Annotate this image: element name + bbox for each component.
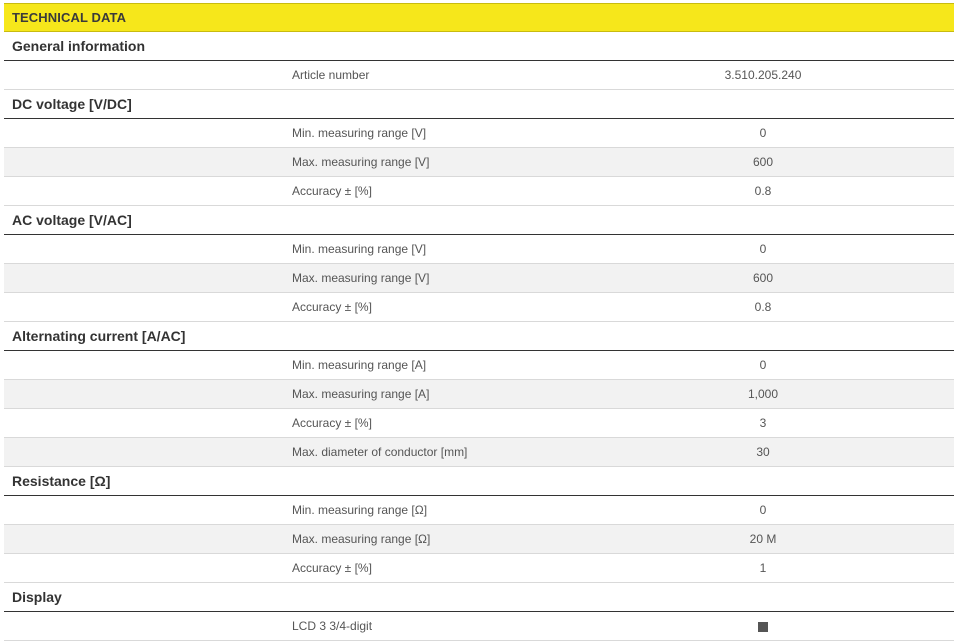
row-label: Accuracy ± [%] (292, 300, 372, 314)
section-title: AC voltage [V/AC] (12, 212, 132, 228)
row-label: Min. measuring range [Ω] (292, 503, 428, 517)
row-label: Min. measuring range [V] (292, 242, 427, 256)
table-row: Article number 3.510.205.240 (4, 61, 954, 90)
row-value: 600 (752, 271, 774, 285)
section-title: General information (12, 38, 146, 54)
row-value: 1 (759, 561, 767, 575)
row-value: 0.8 (754, 300, 772, 314)
row-label: Min. measuring range [A] (292, 358, 427, 372)
row-label: Max. diameter of conductor [mm] (292, 445, 468, 459)
row-label: Max. measuring range [V] (292, 271, 430, 285)
table-row: LCD 3 3/4-digit (4, 612, 954, 641)
section-alternating-current: Alternating current [A/AC] (4, 322, 954, 351)
table-row: Max. measuring range [V] 600 (4, 264, 954, 293)
section-title: Alternating current [A/AC] (12, 328, 186, 344)
row-value: 3.510.205.240 (724, 68, 802, 82)
row-label: Max. measuring range [Ω] (292, 532, 431, 546)
row-label: Min. measuring range [V] (292, 126, 427, 140)
row-label: LCD 3 3/4-digit (292, 619, 373, 633)
row-label: Article number (292, 68, 370, 82)
section-title: Resistance [Ω] (12, 473, 111, 489)
section-display: Display (4, 583, 954, 612)
section-title: Display (12, 589, 62, 605)
row-value: 0 (759, 503, 767, 517)
table-row: Accuracy ± [%] 1 (4, 554, 954, 583)
row-value: 20 M (749, 532, 777, 546)
table-row: Max. measuring range [V] 600 (4, 148, 954, 177)
row-value: 0.8 (754, 184, 772, 198)
row-label: Max. measuring range [A] (292, 387, 430, 401)
section-title: DC voltage [V/DC] (12, 96, 132, 112)
technical-data-table: TECHNICAL DATA General information Artic… (4, 3, 954, 641)
table-row: Accuracy ± [%] 0.8 (4, 293, 954, 322)
row-value: 3 (759, 416, 767, 430)
table-row: Min. measuring range [V] 0 (4, 235, 954, 264)
table-row: Min. measuring range [V] 0 (4, 119, 954, 148)
table-row: Max. diameter of conductor [mm] 30 (4, 438, 954, 467)
technical-data-header: TECHNICAL DATA (4, 3, 954, 32)
section-resistance: Resistance [Ω] (4, 467, 954, 496)
table-row: Accuracy ± [%] 0.8 (4, 177, 954, 206)
table-row: Max. measuring range [A] 1,000 (4, 380, 954, 409)
row-label: Accuracy ± [%] (292, 416, 372, 430)
table-row: Max. measuring range [Ω] 20 M (4, 525, 954, 554)
section-dc-voltage: DC voltage [V/DC] (4, 90, 954, 119)
row-value: 0 (759, 126, 767, 140)
section-ac-voltage: AC voltage [V/AC] (4, 206, 954, 235)
section-general-information: General information (4, 32, 954, 61)
filled-square-icon (758, 621, 768, 632)
row-label: Accuracy ± [%] (292, 184, 372, 198)
row-label: Max. measuring range [V] (292, 155, 430, 169)
row-value: 0 (759, 358, 767, 372)
table-row: Min. measuring range [A] 0 (4, 351, 954, 380)
table-row: Accuracy ± [%] 3 (4, 409, 954, 438)
header-title: TECHNICAL DATA (12, 10, 127, 25)
table-row: Min. measuring range [Ω] 0 (4, 496, 954, 525)
row-value (663, 619, 863, 633)
row-value: 1,000 (747, 387, 779, 401)
row-value: 600 (752, 155, 774, 169)
row-value: 0 (759, 242, 767, 256)
row-value: 30 (756, 445, 770, 459)
row-label: Accuracy ± [%] (292, 561, 372, 575)
